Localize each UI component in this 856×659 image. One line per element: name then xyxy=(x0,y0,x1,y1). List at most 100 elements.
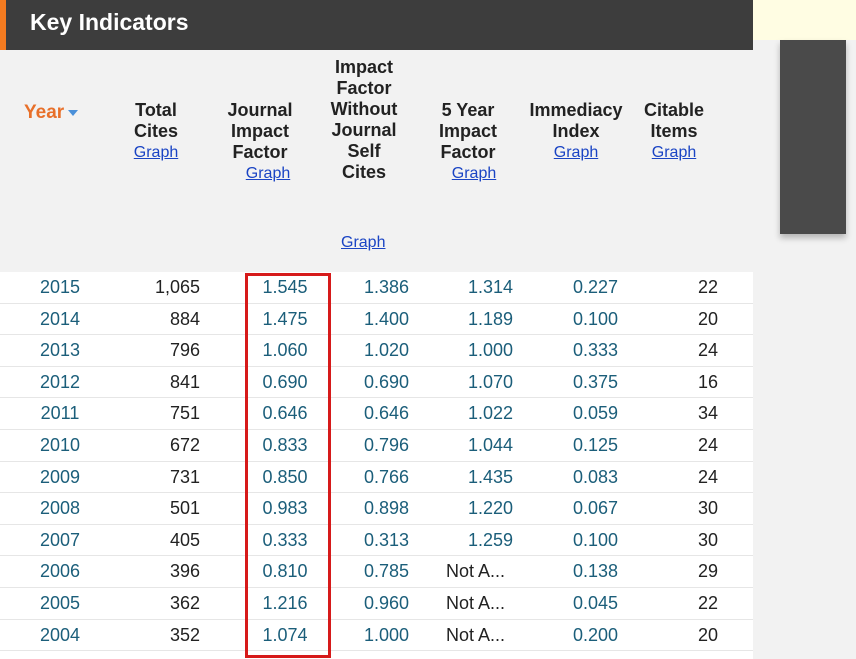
cell-jif: 0.983 xyxy=(262,498,308,519)
citable-graph-link[interactable]: Graph xyxy=(636,142,712,163)
cell-jif: 1.060 xyxy=(262,340,308,361)
cell-5-year-if: 1.189 xyxy=(467,308,513,329)
header-jif-line3: Factor xyxy=(232,142,288,162)
table-row: 2011 751 0.646 0.646 1.022 0.059 34 xyxy=(0,398,753,430)
year-header-label: Year xyxy=(24,102,65,123)
cell-jif-without-self-cites: 1.000 xyxy=(363,624,409,645)
cell-immediacy: 0.375 xyxy=(572,371,618,392)
cell-immediacy: 0.100 xyxy=(572,308,618,329)
table-row: 2008 501 0.983 0.898 1.220 0.067 30 xyxy=(0,493,753,525)
sort-down-icon xyxy=(68,109,79,116)
cell-jif-without-self-cites: 1.020 xyxy=(363,340,409,361)
cell-immediacy: 0.045 xyxy=(572,592,618,613)
header-5-year-if: 5 Year Impact Factor Graph xyxy=(428,100,508,184)
cell-year: 2004 xyxy=(39,624,81,645)
header-jif-wo-line1: Impact xyxy=(334,57,394,77)
header-citable-items: Citable Items Graph xyxy=(636,100,712,163)
cell-immediacy: 0.138 xyxy=(572,561,618,582)
cell-5-year-if: Not A... xyxy=(446,592,506,613)
cell-citable-items: 24 xyxy=(697,434,718,455)
header-jif-wo-line6: Cites xyxy=(341,162,386,182)
cell-jif-without-self-cites: 0.796 xyxy=(363,434,409,455)
background-panel xyxy=(753,0,856,40)
five-year-graph-link[interactable]: Graph xyxy=(428,163,508,184)
cell-citable-items: 24 xyxy=(697,466,718,487)
header-jif-line1: Journal xyxy=(227,100,293,120)
header-citable-line2: Items xyxy=(650,121,698,141)
cell-jif-without-self-cites: 1.400 xyxy=(363,308,409,329)
cell-citable-items: 20 xyxy=(697,308,718,329)
cell-year: 2013 xyxy=(39,340,81,361)
table-row: 2004 352 1.074 1.000 Not A... 0.200 20 xyxy=(0,620,753,652)
indicators-table-body: 2015 1,065 1.545 1.386 1.314 0.227 22 20… xyxy=(0,272,753,652)
cell-jif-without-self-cites: 0.313 xyxy=(363,529,409,550)
cell-immediacy: 0.333 xyxy=(572,340,618,361)
header-jif-wo-line3: Without xyxy=(330,99,398,119)
total-cites-graph-link[interactable]: Graph xyxy=(118,142,194,163)
header-jif: Journal Impact Factor Graph xyxy=(212,100,308,184)
header-5yr-line3: Factor xyxy=(440,142,496,162)
cell-5-year-if: Not A... xyxy=(446,561,506,582)
cell-jif-without-self-cites: 0.960 xyxy=(363,592,409,613)
cell-5-year-if: Not A... xyxy=(446,624,506,645)
cell-citable-items: 20 xyxy=(697,624,718,645)
table-row: 2012 841 0.690 0.690 1.070 0.375 16 xyxy=(0,367,753,399)
cell-immediacy: 0.125 xyxy=(572,434,618,455)
cell-total-cites: 751 xyxy=(169,403,200,424)
cell-citable-items: 34 xyxy=(697,403,718,424)
header-citable-line1: Citable xyxy=(643,100,704,120)
cell-year: 2010 xyxy=(39,434,81,455)
cell-jif-without-self-cites: 1.386 xyxy=(363,277,409,297)
cell-5-year-if: 1.070 xyxy=(467,371,513,392)
table-header: Year Total Cites Graph Journal Impact Fa… xyxy=(0,50,753,272)
cell-jif: 1.475 xyxy=(262,308,308,329)
cell-jif: 1.545 xyxy=(262,277,308,297)
header-jif-wo-line5: Self xyxy=(347,141,381,161)
cell-jif-without-self-cites: 0.690 xyxy=(363,371,409,392)
cell-jif: 0.690 xyxy=(262,371,308,392)
cell-year: 2005 xyxy=(39,592,81,613)
cell-jif-without-self-cites: 0.785 xyxy=(363,561,409,582)
cell-immediacy: 0.083 xyxy=(572,466,618,487)
cell-jif: 0.333 xyxy=(262,529,308,550)
year-sort-header[interactable]: Year xyxy=(24,102,79,124)
cell-year: 2014 xyxy=(39,308,81,329)
cell-citable-items: 30 xyxy=(697,498,718,519)
jif-graph-link[interactable]: Graph xyxy=(212,163,308,184)
cell-jif: 1.216 xyxy=(262,592,308,613)
table-row: 2015 1,065 1.545 1.386 1.314 0.227 22 xyxy=(0,272,753,304)
table-row: 2009 731 0.850 0.766 1.435 0.083 24 xyxy=(0,462,753,494)
cell-immediacy: 0.200 xyxy=(572,624,618,645)
cell-total-cites: 796 xyxy=(169,340,200,361)
immediacy-graph-link[interactable]: Graph xyxy=(526,142,626,163)
header-jif-without-self-cites: Impact Factor Without Journal Self Cites xyxy=(322,57,406,183)
cell-total-cites: 1,065 xyxy=(154,277,200,297)
cell-citable-items: 24 xyxy=(697,340,718,361)
table-row: 2014 884 1.475 1.400 1.189 0.100 20 xyxy=(0,304,753,336)
cell-jif: 0.646 xyxy=(262,403,308,424)
cell-jif-without-self-cites: 0.766 xyxy=(363,466,409,487)
cell-jif: 0.833 xyxy=(262,434,308,455)
cell-5-year-if: 1.435 xyxy=(467,466,513,487)
table-row: 2010 672 0.833 0.796 1.044 0.125 24 xyxy=(0,430,753,462)
cell-total-cites: 405 xyxy=(169,529,200,550)
cell-total-cites: 884 xyxy=(169,308,200,329)
cell-total-cites: 396 xyxy=(169,561,200,582)
page-title: Key Indicators xyxy=(30,9,189,35)
cell-year: 2006 xyxy=(39,561,81,582)
cell-jif: 1.074 xyxy=(262,624,308,645)
cell-immediacy: 0.100 xyxy=(572,529,618,550)
cell-year: 2008 xyxy=(39,498,81,519)
cell-total-cites: 841 xyxy=(169,371,200,392)
cell-total-cites: 501 xyxy=(169,498,200,519)
cell-year: 2012 xyxy=(39,371,81,392)
jif-without-self-cites-graph-link[interactable]: Graph xyxy=(341,232,385,253)
header-5yr-line2: Impact xyxy=(438,121,498,141)
table-row: 2006 396 0.810 0.785 Not A... 0.138 29 xyxy=(0,556,753,588)
header-total-cites: Total Cites Graph xyxy=(118,100,194,163)
cell-jif: 0.850 xyxy=(262,466,308,487)
cell-citable-items: 22 xyxy=(697,277,718,297)
header-total-cites-line1: Total xyxy=(135,100,177,120)
cell-total-cites: 352 xyxy=(169,624,200,645)
cell-jif-without-self-cites: 0.646 xyxy=(363,403,409,424)
